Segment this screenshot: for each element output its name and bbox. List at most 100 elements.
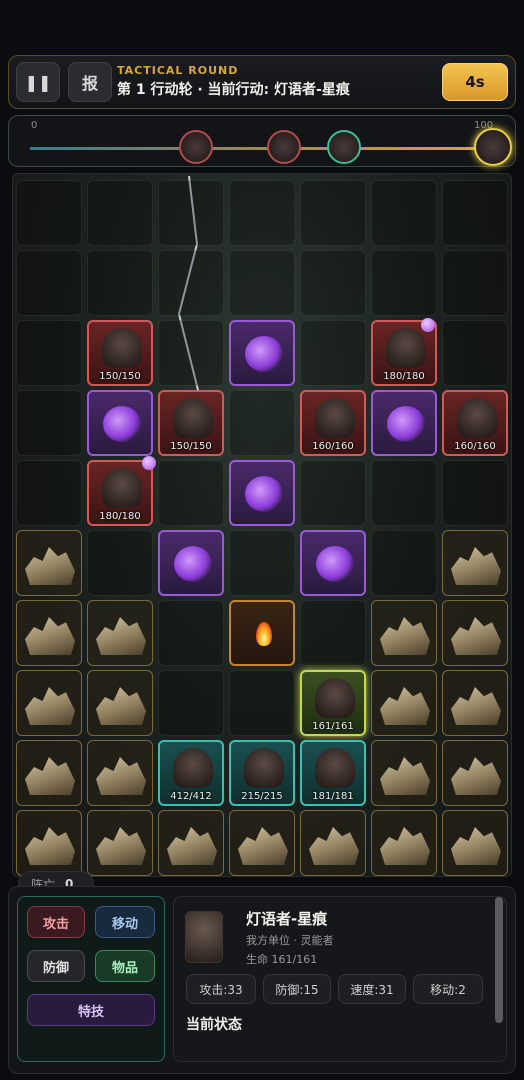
board-cell[interactable]: [300, 250, 366, 316]
board-cell[interactable]: [158, 670, 224, 736]
sniper-token[interactable]: [327, 130, 361, 164]
rock-obstacle[interactable]: [16, 740, 82, 806]
rock-obstacle[interactable]: [442, 670, 508, 736]
rock-obstacle[interactable]: [442, 810, 508, 876]
board-cell[interactable]: [300, 180, 366, 246]
rock-icon: [451, 547, 501, 585]
enemy-werewolf-unit[interactable]: 180/180: [87, 460, 153, 526]
board-cell[interactable]: [371, 530, 437, 596]
active-ally-unit[interactable]: 161/161: [300, 670, 366, 736]
board-cell[interactable]: [158, 180, 224, 246]
fire-icon: [256, 622, 272, 646]
werewolf-token[interactable]: [267, 130, 301, 164]
enemy-werewolf-unit[interactable]: 150/150: [158, 390, 224, 456]
board-cell[interactable]: [16, 180, 82, 246]
board-cell[interactable]: [300, 320, 366, 386]
board-cell[interactable]: [300, 600, 366, 666]
rock-obstacle[interactable]: [371, 740, 437, 806]
board-cell[interactable]: [371, 250, 437, 316]
unit-hp-label: 161/161: [312, 721, 354, 732]
purple-mist-tile[interactable]: [300, 530, 366, 596]
info-scrollbar[interactable]: [495, 897, 503, 1023]
board-cell[interactable]: [158, 250, 224, 316]
board-cell[interactable]: [371, 180, 437, 246]
purple-mist-tile[interactable]: [371, 390, 437, 456]
rock-obstacle[interactable]: [442, 600, 508, 666]
purple-mist-tile[interactable]: [87, 390, 153, 456]
board-cell[interactable]: [442, 250, 508, 316]
purple-mist-tile[interactable]: [229, 320, 295, 386]
rock-obstacle[interactable]: [16, 600, 82, 666]
defend-button[interactable]: 防御: [27, 950, 85, 982]
rock-obstacle[interactable]: [87, 810, 153, 876]
mist-icon: [245, 336, 283, 372]
werewolf-icon: [457, 398, 497, 438]
board-cell[interactable]: [229, 390, 295, 456]
items-button[interactable]: 物品: [95, 950, 155, 982]
rock-obstacle[interactable]: [158, 810, 224, 876]
mist-icon: [174, 546, 212, 582]
pause-button[interactable]: ❚❚: [16, 62, 60, 102]
round-subtitle: TACTICAL ROUND: [117, 64, 239, 77]
unit-hp-label: 412/412: [170, 791, 212, 802]
soul-orb-icon: [142, 456, 156, 470]
rock-obstacle[interactable]: [87, 600, 153, 666]
enemy-werewolf-unit[interactable]: 160/160: [300, 390, 366, 456]
skill-button[interactable]: 特技: [27, 994, 155, 1026]
rock-obstacle[interactable]: [442, 530, 508, 596]
rock-obstacle[interactable]: [87, 670, 153, 736]
rock-icon: [96, 687, 146, 725]
fire-tile[interactable]: [229, 600, 295, 666]
purple-mist-tile[interactable]: [158, 530, 224, 596]
board-cell[interactable]: [87, 180, 153, 246]
stat-move: 移动:2: [413, 974, 483, 1004]
board-cell[interactable]: [87, 250, 153, 316]
board-cell[interactable]: [16, 390, 82, 456]
lantern-speaker-token[interactable]: [474, 128, 512, 166]
board-cell[interactable]: [16, 460, 82, 526]
board-cell[interactable]: [442, 320, 508, 386]
ally-unit[interactable]: 181/181: [300, 740, 366, 806]
board-cell[interactable]: [158, 600, 224, 666]
rock-icon: [96, 617, 146, 655]
board-cell[interactable]: [442, 460, 508, 526]
board-cell[interactable]: [158, 460, 224, 526]
attack-button[interactable]: 攻击: [27, 906, 85, 938]
rock-obstacle[interactable]: [229, 810, 295, 876]
purple-mist-tile[interactable]: [229, 460, 295, 526]
rock-obstacle[interactable]: [371, 810, 437, 876]
rock-obstacle[interactable]: [371, 600, 437, 666]
soul-orb-icon: [421, 318, 435, 332]
board-cell[interactable]: [371, 460, 437, 526]
board-cell[interactable]: [300, 460, 366, 526]
board-cell[interactable]: [87, 530, 153, 596]
rock-obstacle[interactable]: [16, 530, 82, 596]
ally-unit[interactable]: 412/412: [158, 740, 224, 806]
rock-obstacle[interactable]: [300, 810, 366, 876]
move-button[interactable]: 移动: [95, 906, 155, 938]
board-cell[interactable]: [229, 180, 295, 246]
board-cell[interactable]: [229, 670, 295, 736]
rock-obstacle[interactable]: [16, 670, 82, 736]
board-cell[interactable]: [229, 530, 295, 596]
hero-portrait-icon: [244, 748, 284, 788]
rock-obstacle[interactable]: [16, 810, 82, 876]
rock-obstacle[interactable]: [442, 740, 508, 806]
rock-obstacle[interactable]: [371, 670, 437, 736]
report-button[interactable]: 报: [68, 62, 112, 102]
board-cell[interactable]: [16, 320, 82, 386]
rock-icon: [25, 757, 75, 795]
unit-hp-label: 150/150: [99, 371, 141, 382]
board-cell[interactable]: [158, 320, 224, 386]
enemy-werewolf-unit[interactable]: 150/150: [87, 320, 153, 386]
board-cell[interactable]: [442, 180, 508, 246]
rock-icon: [380, 827, 430, 865]
enemy-werewolf-unit[interactable]: 160/160: [442, 390, 508, 456]
board-cell[interactable]: [229, 250, 295, 316]
werewolf-token[interactable]: [179, 130, 213, 164]
rock-obstacle[interactable]: [87, 740, 153, 806]
hero-portrait-icon: [315, 678, 355, 718]
werewolf-icon: [102, 328, 142, 368]
board-cell[interactable]: [16, 250, 82, 316]
ally-unit[interactable]: 215/215: [229, 740, 295, 806]
